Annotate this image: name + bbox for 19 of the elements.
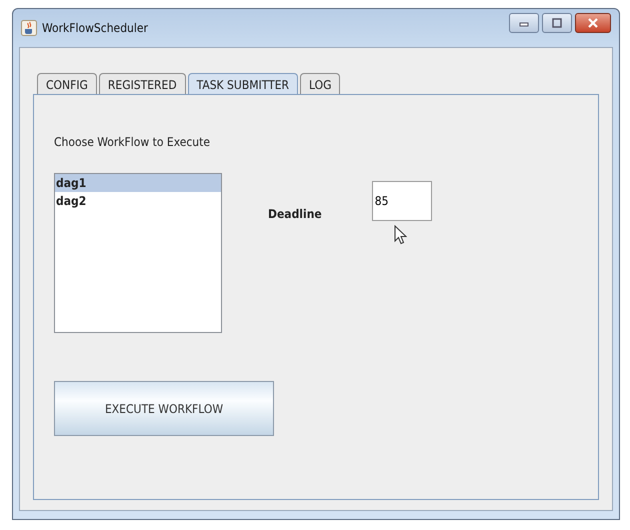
- list-item[interactable]: dag2: [55, 192, 221, 210]
- tab[interactable]: REGISTERED: [98, 73, 186, 95]
- maximize-button[interactable]: [542, 13, 572, 33]
- deadline-label: Deadline: [268, 207, 322, 221]
- maximize-icon: [552, 18, 562, 28]
- minimize-button[interactable]: [509, 13, 539, 33]
- tab[interactable]: LOG: [300, 73, 340, 95]
- deadline-field[interactable]: 85: [372, 181, 432, 221]
- list-item[interactable]: dag1: [55, 174, 221, 192]
- cup-icon: [21, 20, 37, 36]
- workflow-list[interactable]: dag1 dag2: [54, 173, 222, 333]
- cursor-icon: [394, 225, 407, 245]
- prompt-label: Choose WorkFlow to Execute: [54, 135, 210, 149]
- tab[interactable]: CONFIG: [37, 73, 97, 95]
- window-title: WorkFlowScheduler: [42, 21, 149, 35]
- close-icon: [588, 18, 598, 28]
- tab[interactable]: TASK SUBMITTER: [188, 73, 298, 95]
- execute-workflow-button[interactable]: EXECUTE WORKFLOW: [54, 381, 274, 436]
- close-button[interactable]: [575, 13, 611, 33]
